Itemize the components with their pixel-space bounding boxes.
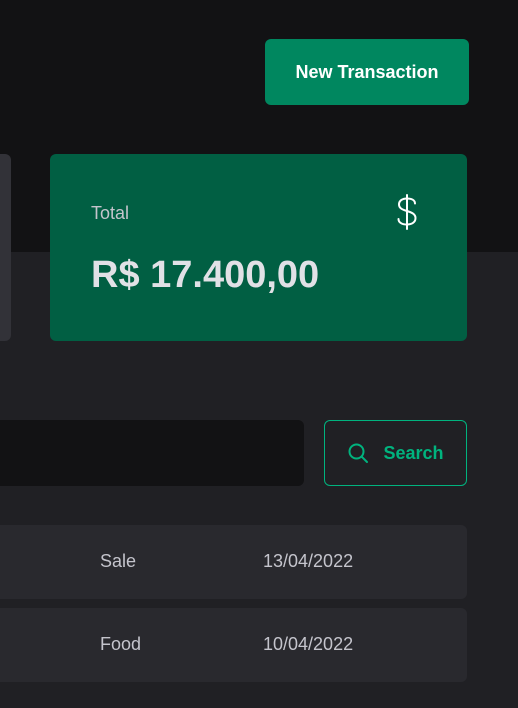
summary-card-total: Total R$ 17.400,00 [50,154,467,341]
transaction-category: Sale [100,551,137,571]
new-transaction-button[interactable]: New Transaction [265,39,469,105]
search-button[interactable]: Search [324,420,467,486]
total-value: R$ 17.400,00 [91,254,320,296]
transaction-date: 13/04/2022 [263,551,354,571]
transaction-date: 10/04/2022 [263,634,354,654]
dollar-sign-icon [397,194,417,230]
transaction-category: Food [100,634,142,654]
transaction-row: Food 10/04/2022 [0,608,467,682]
transaction-row: Sale 13/04/2022 [0,525,467,599]
magnifier-icon [348,443,369,463]
total-label: Total [91,203,130,223]
search-button-label: Search [383,442,444,463]
summary-card-partial [0,154,11,341]
search-input[interactable] [0,420,304,486]
